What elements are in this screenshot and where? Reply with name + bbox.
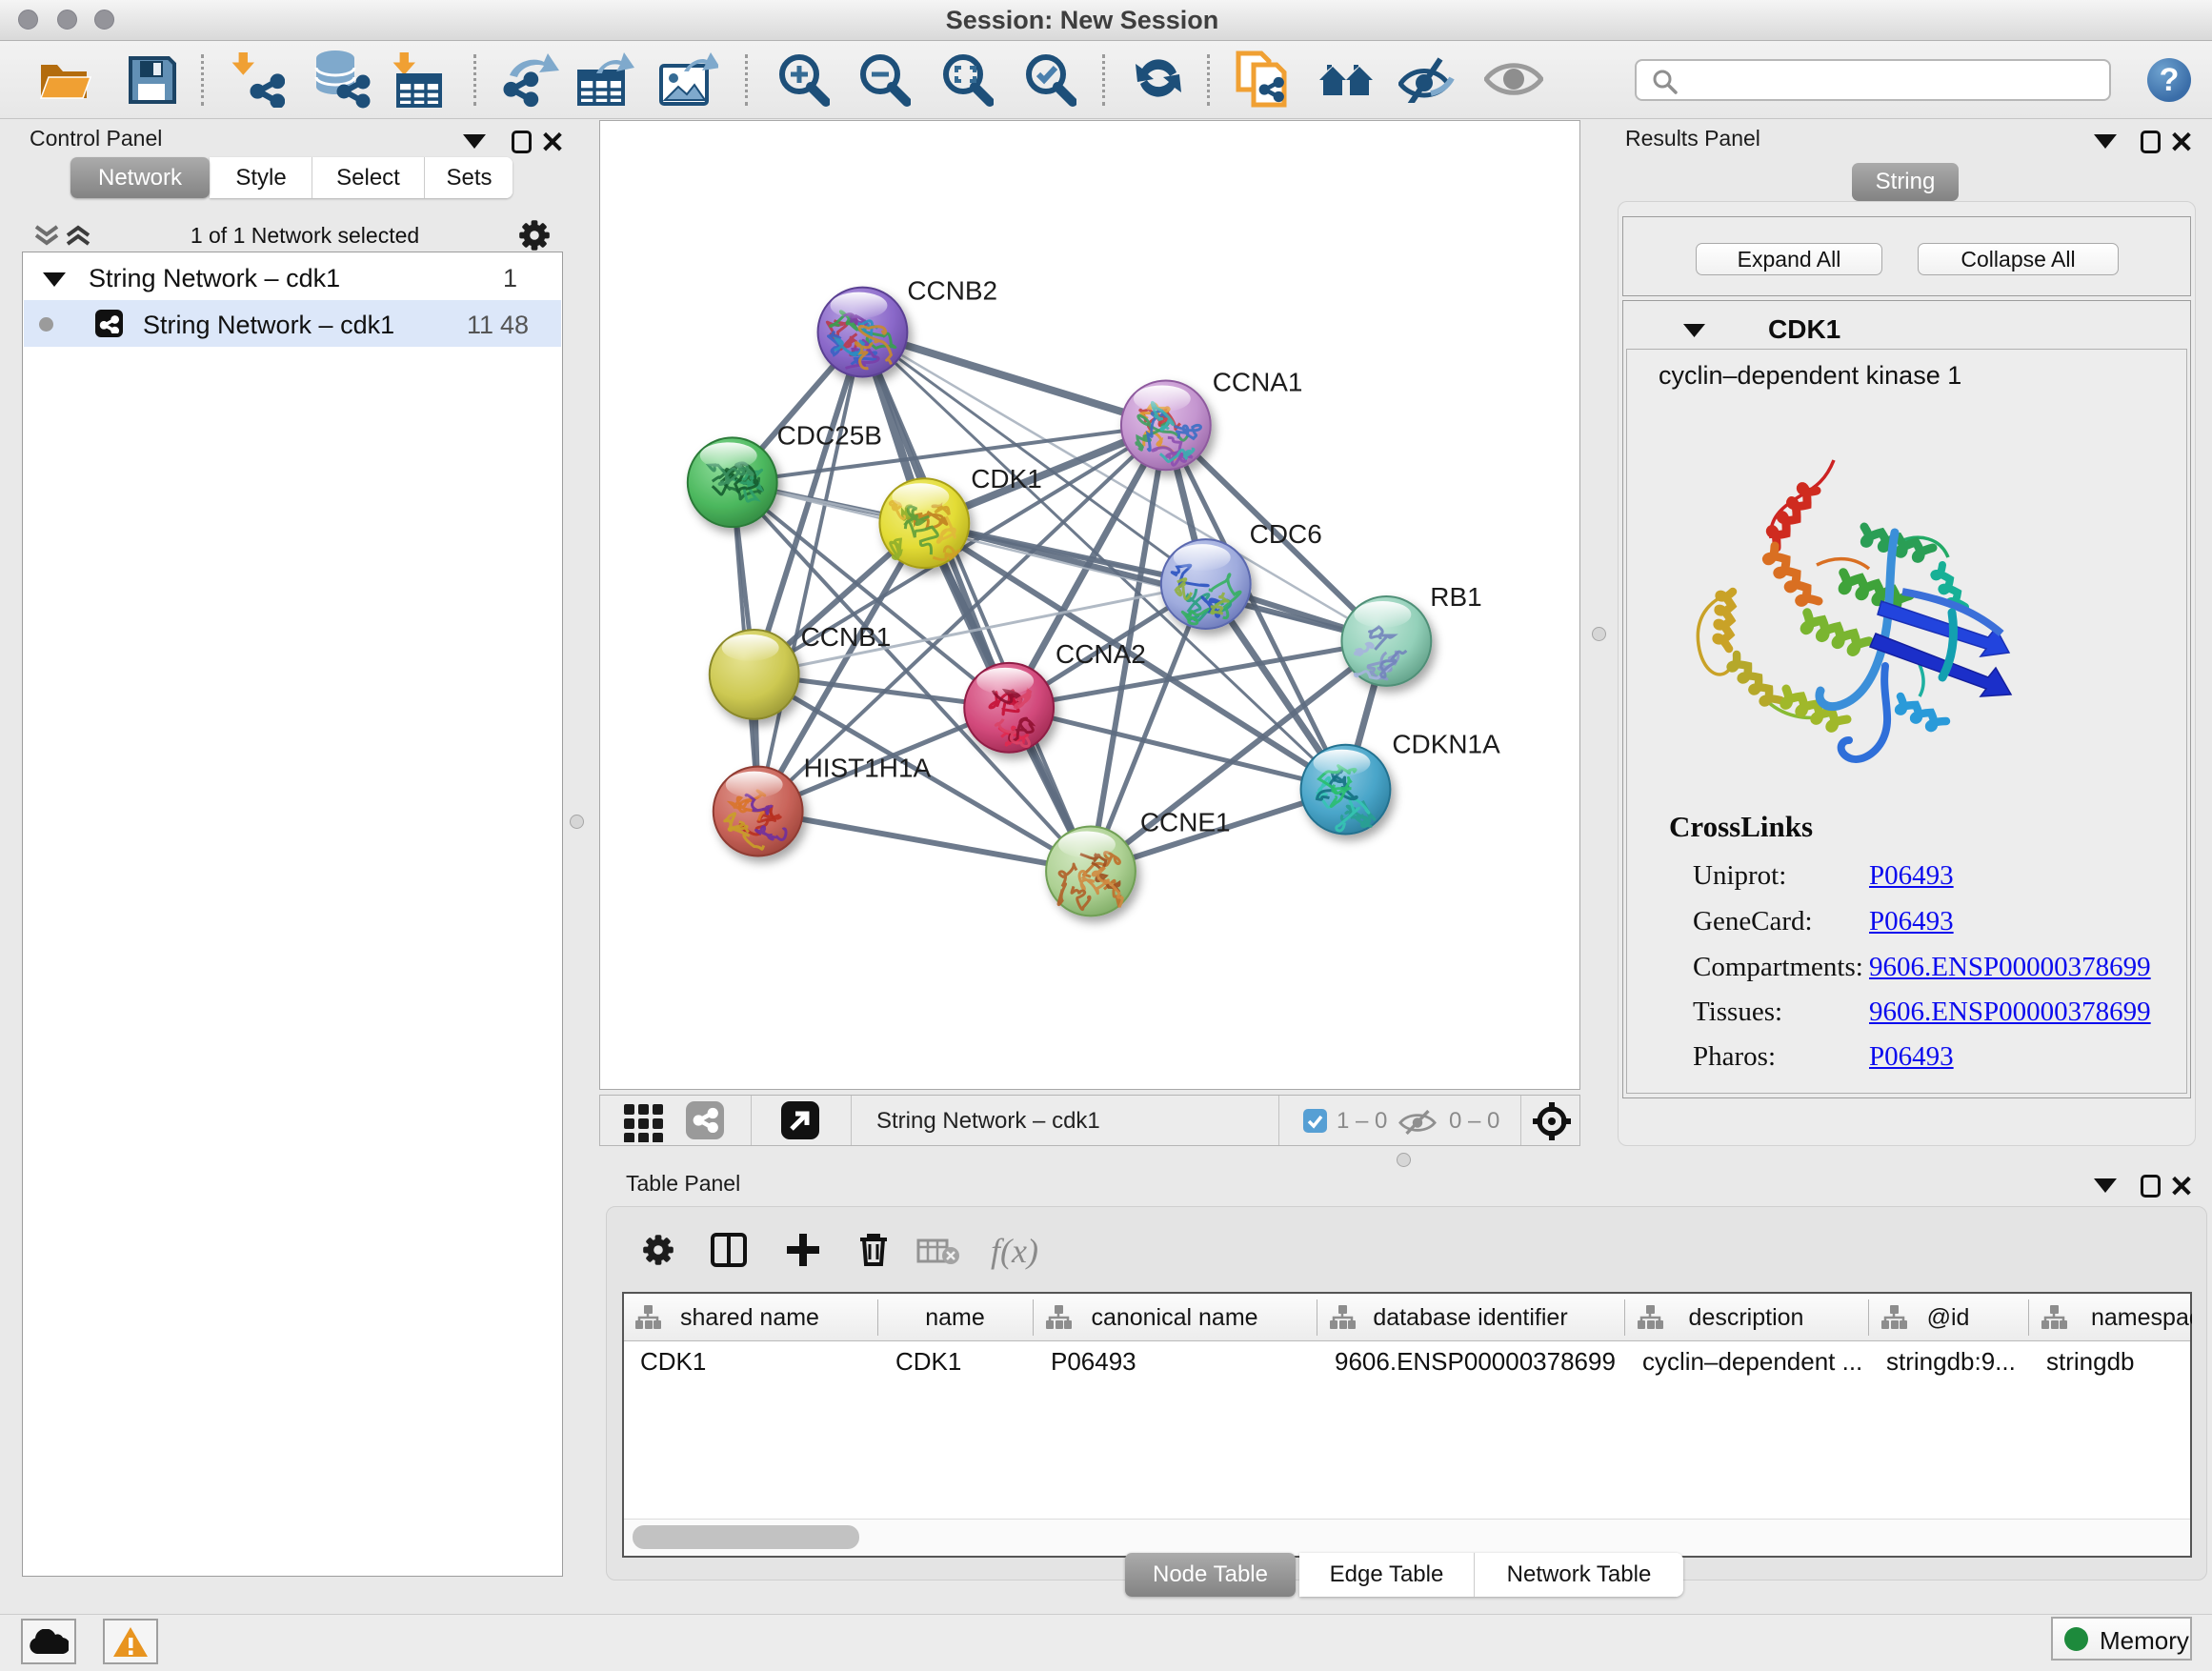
svg-text:CDC25B: CDC25B [777,420,882,450]
svg-text:CDK1: CDK1 [971,464,1042,493]
svg-text:CCNE1: CCNE1 [1140,808,1231,837]
svg-text:RB1: RB1 [1430,582,1481,612]
svg-text:CDKN1A: CDKN1A [1392,730,1500,759]
svg-text:CCNA1: CCNA1 [1213,367,1303,396]
svg-text:CCNA2: CCNA2 [1056,639,1146,669]
svg-text:CCNB2: CCNB2 [907,276,997,306]
svg-text:CDC6: CDC6 [1250,519,1322,549]
svg-text:CCNB1: CCNB1 [801,622,892,652]
svg-text:HIST1H1A: HIST1H1A [804,754,932,783]
